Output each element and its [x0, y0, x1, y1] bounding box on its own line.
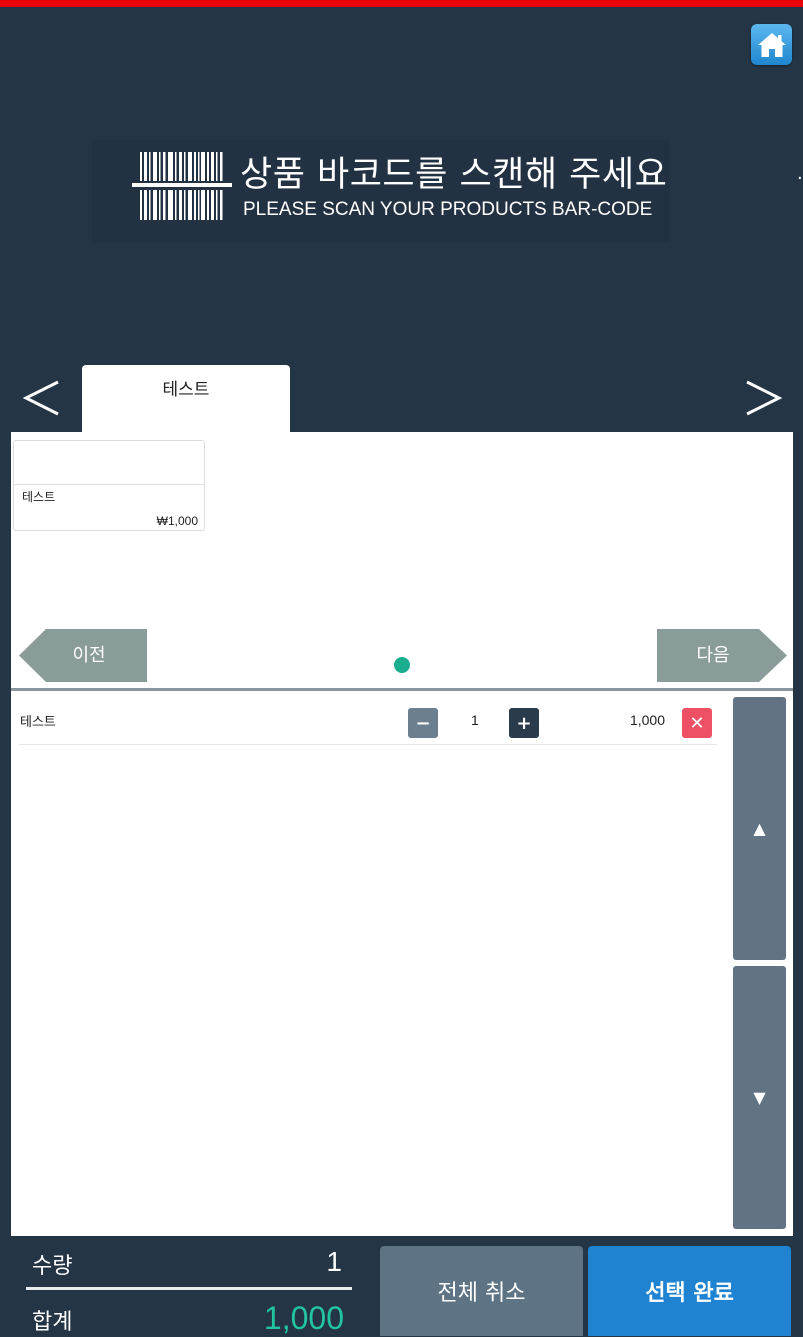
next-page-button[interactable]: 다음 [657, 629, 787, 682]
decrease-quantity-button[interactable]: − [408, 708, 438, 738]
scroll-down-button[interactable]: ▼ [733, 966, 786, 1229]
triangle-up-icon: ▲ [753, 819, 766, 838]
quantity-value: 1 [326, 1246, 342, 1277]
plus-icon: + [516, 712, 532, 734]
top-status-bar [0, 0, 803, 7]
chevron-right-icon [746, 380, 783, 416]
remove-item-button[interactable]: ✕ [682, 708, 712, 738]
close-icon: ✕ [689, 712, 705, 734]
scan-title-korean: 상품 바코드를 스캔해 주세요 [240, 155, 668, 195]
page-indicator-dot [394, 657, 410, 673]
scan-title-english: PLEASE SCAN YOUR PRODUCTS BAR-CODE [243, 199, 653, 220]
cart-item-total: 1,000 [629, 712, 665, 728]
complete-selection-button[interactable]: 선택 완료 [588, 1246, 791, 1336]
cart-item-name: 테스트 [20, 715, 56, 730]
cart-item-quantity: 1 [471, 712, 479, 728]
product-price: ₩1,000 [156, 514, 198, 528]
cart-panel: 테스트 − 1 + 1,000 ✕ ▲ ▼ [11, 691, 793, 1236]
prev-page-button[interactable]: 이전 [19, 629, 147, 682]
complete-selection-label: 선택 완료 [645, 1281, 734, 1306]
prev-page-label: 이전 [72, 645, 106, 666]
scroll-up-button[interactable]: ▲ [733, 697, 786, 960]
home-button[interactable] [751, 24, 792, 65]
barcode-icon [132, 152, 232, 220]
product-image-area [14, 441, 204, 485]
category-next-button[interactable] [741, 370, 785, 426]
order-summary: 수량 1 합계 1,000 [26, 1244, 352, 1336]
category-prev-button[interactable] [20, 370, 64, 426]
cancel-all-button[interactable]: 전체 취소 [380, 1246, 583, 1336]
total-label: 합계 [32, 1310, 73, 1335]
home-icon [757, 32, 786, 57]
product-name: 테스트 [22, 490, 56, 504]
cancel-all-label: 전체 취소 [437, 1281, 526, 1306]
quantity-label: 수량 [32, 1254, 73, 1279]
category-tab-test[interactable]: 테스트 [82, 365, 290, 432]
product-card[interactable]: 테스트 ₩1,000 [13, 440, 205, 531]
triangle-down-icon: ▼ [753, 1088, 766, 1107]
edge-marker: · [797, 168, 803, 189]
product-panel: 테스트 ₩1,000 이전 다음 [11, 432, 793, 688]
minus-icon: − [415, 712, 431, 734]
increase-quantity-button[interactable]: + [509, 708, 539, 738]
summary-divider [26, 1287, 352, 1290]
total-value: 1,000 [263, 1300, 344, 1336]
next-page-label: 다음 [696, 645, 730, 666]
cart-row: 테스트 − 1 + 1,000 ✕ [19, 696, 717, 745]
chevron-left-icon [22, 380, 59, 416]
category-tab-label: 테스트 [162, 380, 210, 400]
